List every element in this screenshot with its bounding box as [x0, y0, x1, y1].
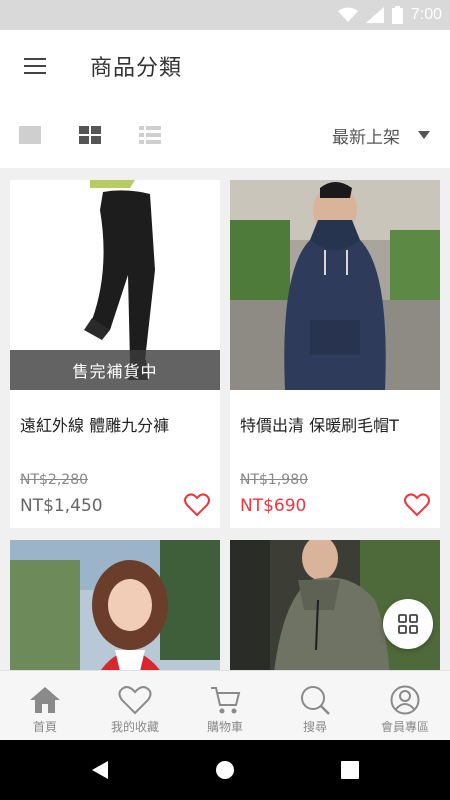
sale-price: NT$1,450 — [20, 496, 103, 516]
back-button[interactable] — [38, 740, 163, 800]
recents-button[interactable] — [288, 740, 413, 800]
heart-icon — [118, 686, 152, 715]
product-card[interactable]: 特價出清 保暖刷毛帽T NT$1,980 NT$690 — [230, 180, 440, 528]
sort-label: 最新上架 — [332, 127, 400, 148]
home-icon — [30, 687, 60, 713]
nav-label: 首頁 — [32, 720, 57, 734]
nav-home[interactable]: 首頁 — [0, 671, 90, 740]
nav-label: 我的收藏 — [110, 720, 159, 734]
search-icon — [301, 686, 330, 715]
app-bar: 商品分類 — [0, 30, 450, 102]
menu-button[interactable] — [0, 30, 70, 102]
grid-view-button[interactable] — [60, 102, 120, 168]
apps-icon — [398, 614, 418, 634]
nav-search[interactable]: 搜尋 — [270, 671, 360, 740]
recents-icon — [341, 761, 359, 779]
wifi-icon — [337, 7, 358, 22]
sort-dropdown[interactable]: 最新上架 — [332, 102, 430, 168]
bottom-navigation: 首頁 我的收藏 購物車 搜尋 會員專區 — [0, 670, 450, 740]
list-view-button[interactable] — [120, 102, 180, 168]
home-circle-icon — [216, 761, 234, 779]
status-bar: 7:00 — [0, 0, 450, 30]
single-view-icon — [19, 126, 41, 144]
favorite-button[interactable] — [182, 490, 212, 520]
back-icon — [92, 761, 108, 779]
home-button[interactable] — [163, 740, 288, 800]
grid-view-icon — [79, 126, 101, 144]
signal-icon — [365, 7, 384, 23]
product-card[interactable]: 售完補貨中 遠紅外線 體雕九分褲 NT$2,280 NT$1,450 — [10, 180, 220, 528]
status-time: 7:00 — [410, 6, 442, 23]
page-title: 商品分類 — [90, 56, 183, 81]
original-price: NT$2,280 — [20, 472, 89, 488]
product-image: 售完補貨中 — [10, 180, 220, 390]
heart-icon — [184, 493, 210, 517]
nav-member[interactable]: 會員專區 — [360, 671, 450, 740]
user-icon — [390, 685, 420, 715]
product-name: 特價出清 保暖刷毛帽T — [240, 416, 399, 435]
battery-icon — [391, 6, 403, 24]
single-view-button[interactable] — [0, 102, 60, 168]
cart-icon — [211, 687, 241, 714]
product-name: 遠紅外線 體雕九分褲 — [20, 416, 170, 435]
nav-label: 搜尋 — [302, 720, 327, 734]
sale-price: NT$690 — [240, 496, 307, 516]
grid-menu-button[interactable] — [383, 599, 433, 649]
product-card[interactable] — [10, 540, 220, 680]
nav-label: 購物車 — [206, 720, 243, 734]
system-navigation-bar — [0, 740, 450, 800]
product-image — [230, 180, 440, 390]
list-view-icon — [139, 126, 161, 144]
heart-icon — [404, 493, 430, 517]
original-price: NT$1,980 — [240, 472, 309, 488]
product-image — [10, 540, 220, 680]
favorite-button[interactable] — [402, 490, 432, 520]
soldout-badge: 售完補貨中 — [10, 350, 220, 390]
hamburger-icon — [24, 58, 46, 74]
nav-cart[interactable]: 購物車 — [180, 671, 270, 740]
dropdown-arrow-icon — [418, 131, 430, 139]
nav-label: 會員專區 — [380, 720, 429, 734]
nav-favorites[interactable]: 我的收藏 — [90, 671, 180, 740]
view-toolbar: 最新上架 — [0, 102, 450, 168]
